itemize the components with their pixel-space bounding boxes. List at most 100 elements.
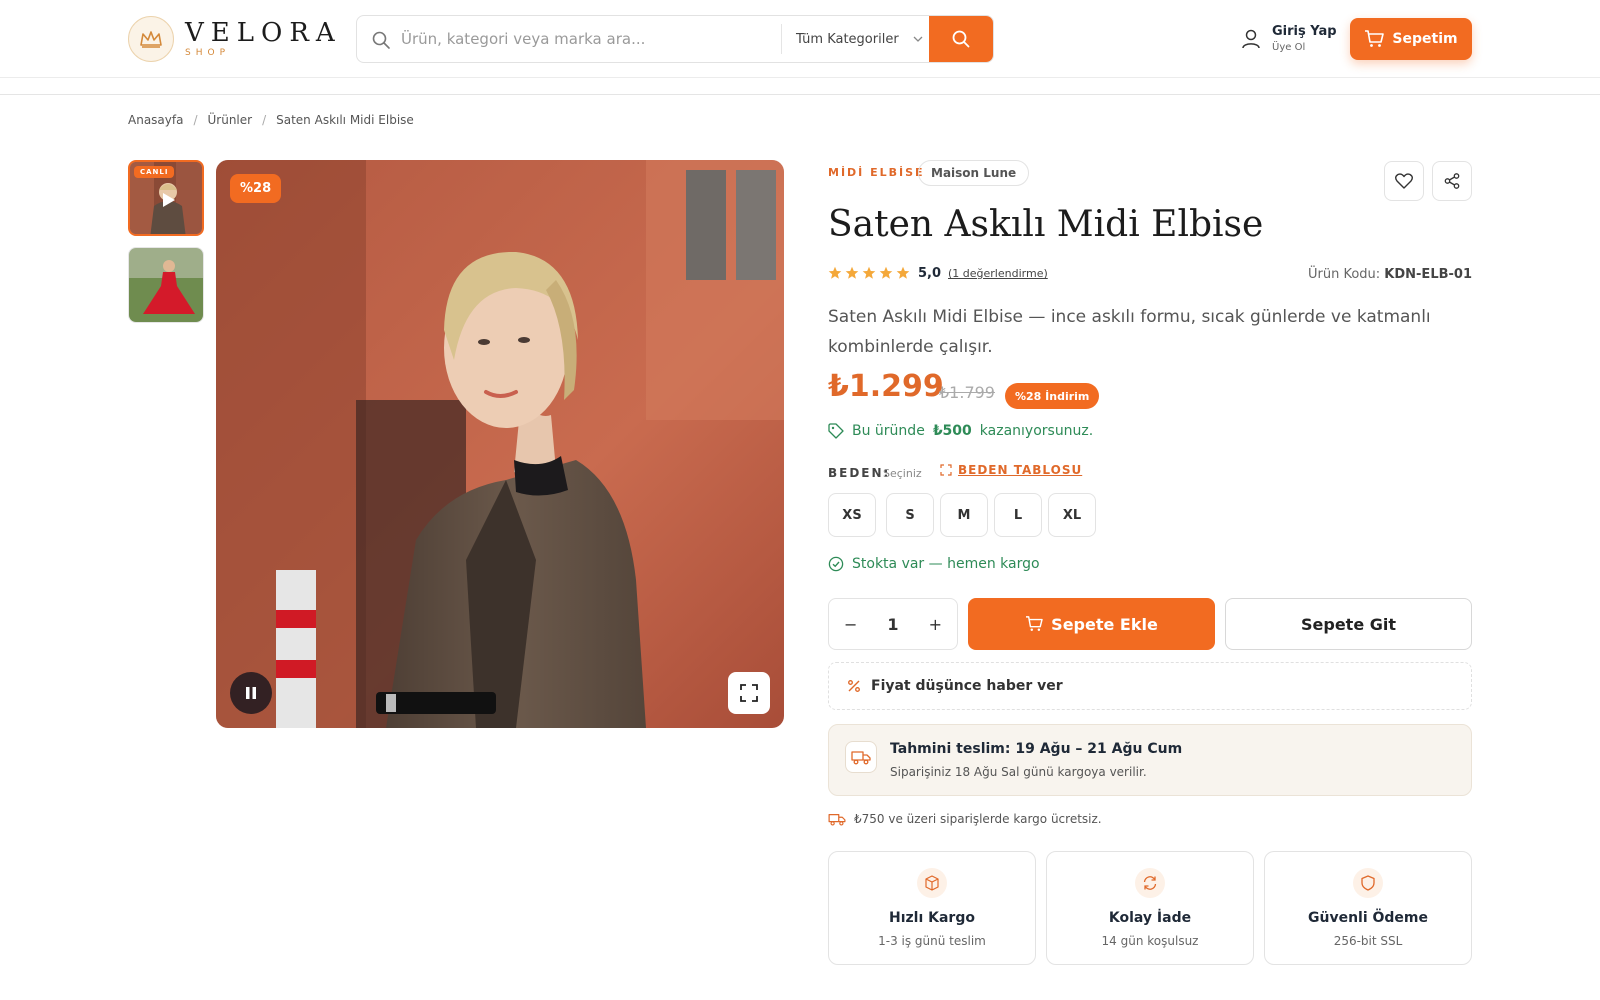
feature-title: Hızlı Kargo <box>889 910 975 926</box>
shield-icon <box>1353 868 1383 898</box>
earn-prefix: Bu üründe <box>852 423 925 439</box>
tag-icon <box>828 423 844 439</box>
price-alert-button[interactable]: Fiyat düşünce haber ver <box>828 662 1472 710</box>
check-circle-icon <box>828 556 844 572</box>
share-icon <box>1444 173 1460 189</box>
feature-title: Kolay İade <box>1108 910 1192 926</box>
size-option-m[interactable]: M <box>940 493 988 537</box>
add-to-cart-button[interactable]: Sepete Ekle <box>968 598 1215 650</box>
wishlist-button[interactable] <box>1384 161 1424 201</box>
login-link[interactable]: Giriş Yap Üye Ol <box>1240 22 1340 58</box>
pause-button[interactable] <box>230 672 272 714</box>
star-icon <box>845 266 859 279</box>
cart-button[interactable]: Sepetim <box>1350 18 1472 60</box>
qty-increase-button[interactable]: + <box>929 615 942 634</box>
live-badge: CANLI <box>134 166 175 178</box>
sku-label: Ürün Kodu: <box>1307 267 1381 282</box>
logo-subtitle: SHOP <box>185 48 230 58</box>
truck-icon <box>845 741 877 773</box>
breadcrumb-home[interactable]: Anasayfa <box>128 113 183 127</box>
pause-icon <box>246 687 256 699</box>
register-link[interactable]: Üye Ol <box>1272 42 1305 53</box>
size-option-xl[interactable]: XL <box>1048 493 1096 537</box>
breadcrumb: Anasayfa / Ürünler / Saten Askılı Midi E… <box>128 113 414 127</box>
feature-title: Güvenli Ödeme <box>1307 910 1429 926</box>
old-price: ₺1.799 <box>939 383 995 402</box>
search-button[interactable] <box>929 16 993 62</box>
size-chart-link[interactable]: BEDEN TABLOSU <box>940 463 1082 477</box>
earn-amount: ₺500 <box>932 423 972 439</box>
search-icon <box>372 31 390 49</box>
heart-icon <box>1395 173 1413 189</box>
breadcrumb-products[interactable]: Ürünler <box>208 113 253 127</box>
thumbnail-video[interactable]: CANLI <box>128 160 204 236</box>
rating-value: 5,0 <box>918 266 942 281</box>
stock-status: Stokta var — hemen kargo <box>828 556 1040 572</box>
breadcrumb-separator: / <box>193 113 198 127</box>
earn-points-note: Bu üründe ₺500 kazanıyorsunuz. <box>828 423 1093 439</box>
play-icon <box>163 193 175 207</box>
feature-subtitle: 256-bit SSL <box>1333 934 1403 948</box>
truck-icon <box>828 814 846 826</box>
cart-label: Sepetim <box>1392 31 1458 47</box>
category-select-label: Tüm Kategoriler <box>796 31 899 47</box>
delivery-subtitle: Siparişiniz 18 Ağu Sal günü kargoya veri… <box>890 765 1147 779</box>
review-count-link[interactable]: (1 değerlendirme) <box>948 267 1048 280</box>
size-option-xs[interactable]: XS <box>828 493 876 537</box>
sku-value: KDN-ELB-01 <box>1384 267 1472 282</box>
thumbnail-image-2[interactable] <box>128 247 204 323</box>
stock-text: Stokta var — hemen kargo <box>852 556 1040 572</box>
star-icon <box>896 266 910 279</box>
product-photo <box>216 160 784 728</box>
search-input[interactable] <box>401 16 731 62</box>
feature-subtitle: 14 gün koşulsuz <box>1101 934 1199 948</box>
box-icon <box>917 868 947 898</box>
product-title: Saten Askılı Midi Elbise <box>828 204 1264 245</box>
add-to-cart-label: Sepete Ekle <box>1051 614 1158 634</box>
thumbnail-red-dress <box>129 248 203 322</box>
login-title: Giriş Yap <box>1272 24 1337 39</box>
brand-pill[interactable]: Maison Lune <box>918 160 1030 186</box>
size-option-s[interactable]: S <box>886 493 934 537</box>
size-chart-label: BEDEN TABLOSU <box>958 463 1083 477</box>
category-select[interactable]: Tüm Kategoriler <box>781 24 931 54</box>
quantity-stepper: − 1 + <box>828 598 958 650</box>
feature-fast-shipping: Hızlı Kargo 1-3 iş günü teslim <box>828 851 1036 965</box>
earn-suffix: kazanıyorsunuz. <box>979 423 1094 439</box>
share-button[interactable] <box>1432 161 1472 201</box>
qty-value[interactable]: 1 <box>887 615 898 634</box>
product-category[interactable]: MİDİ ELBİSE <box>828 166 925 179</box>
delivery-title: Tahmini teslim: 19 Ağu – 21 Ağu Cum <box>890 741 1183 757</box>
discount-badge: %28 <box>230 174 282 203</box>
star-icon <box>828 266 842 279</box>
breadcrumb-current: Saten Askılı Midi Elbise <box>276 113 414 127</box>
go-to-cart-button[interactable]: Sepete Git <box>1225 598 1472 650</box>
search-button-icon <box>952 30 970 48</box>
percent-icon <box>848 680 860 692</box>
site-header: VELORA SHOP Tüm Kategoriler Giriş Yap Üy… <box>0 0 1600 78</box>
star-icon <box>862 266 876 279</box>
free-shipping-note: ₺750 ve üzeri siparişlerde kargo ücretsi… <box>828 812 1102 826</box>
feature-easy-return: Kolay İade 14 gün koşulsuz <box>1046 851 1254 965</box>
ruler-icon <box>940 464 952 476</box>
refresh-icon <box>1135 868 1165 898</box>
size-label: BEDEN: <box>828 466 891 480</box>
logo-wordmark[interactable]: VELORA <box>185 18 342 48</box>
product-description: Saten Askılı Midi Elbise — ince askılı f… <box>828 307 1431 357</box>
current-price: ₺1.299 <box>828 369 944 404</box>
size-hint: Seçiniz <box>883 467 922 480</box>
qty-decrease-button[interactable]: − <box>844 615 857 634</box>
product-main-media[interactable]: %28 <box>216 160 784 728</box>
product-sku: Ürün Kodu: KDN-ELB-01 <box>1308 267 1472 282</box>
free-shipping-text: ₺750 ve üzeri siparişlerde kargo ücretsi… <box>854 812 1102 826</box>
header-divider <box>0 78 1600 95</box>
logo-crown-icon[interactable] <box>128 16 174 62</box>
fullscreen-icon <box>740 684 758 702</box>
search-bar: Tüm Kategoriler <box>356 15 994 63</box>
user-icon <box>1242 29 1260 49</box>
fullscreen-button[interactable] <box>728 672 770 714</box>
size-option-l[interactable]: L <box>994 493 1042 537</box>
feature-secure-payment: Güvenli Ödeme 256-bit SSL <box>1264 851 1472 965</box>
chevron-down-icon <box>913 36 923 42</box>
discount-pill: %28 İndirim <box>1005 383 1100 409</box>
